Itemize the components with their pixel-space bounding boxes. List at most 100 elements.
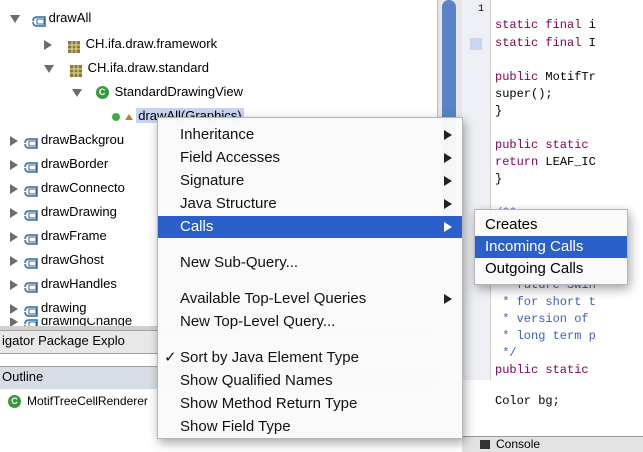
- class-icon: C: [8, 395, 21, 409]
- submenu-arrow-icon: [444, 130, 452, 140]
- expand-toggle-icon[interactable]: [10, 303, 18, 314]
- code-line: }: [495, 172, 503, 186]
- menu-item-new-sub-query[interactable]: New Sub-Query...: [158, 252, 462, 274]
- submenu-item-creates[interactable]: Creates: [475, 214, 627, 236]
- tree-row-drawframe[interactable]: drawFrame: [10, 226, 107, 246]
- expand-toggle-icon[interactable]: [10, 183, 18, 194]
- menu-item-label: Show Field Type: [180, 418, 291, 435]
- menu-item-label: Sort by Java Element Type: [180, 349, 359, 366]
- method-icon: [24, 255, 38, 269]
- menu-item-java-structure[interactable]: Java Structure: [158, 193, 462, 215]
- expand-toggle-icon[interactable]: [10, 135, 18, 146]
- editor-lower: Color bg;: [462, 380, 643, 436]
- expand-toggle-icon[interactable]: [72, 88, 82, 97]
- expand-toggle-icon[interactable]: [10, 255, 18, 266]
- menu-item-label: Inheritance: [180, 126, 255, 143]
- code-line: super();: [495, 87, 553, 101]
- method-icon: [24, 183, 38, 197]
- tree-row-drawall[interactable]: drawAll: [10, 8, 91, 28]
- tree-row-label: drawBackgrou: [41, 132, 125, 147]
- tree-row-drawing[interactable]: drawing: [10, 298, 87, 318]
- expand-toggle-icon[interactable]: [10, 318, 18, 326]
- code-line: Color bg;: [495, 394, 560, 408]
- tree-row-standard-package[interactable]: CH.ifa.draw.standard: [44, 58, 209, 78]
- package-explorer-tab[interactable]: igator Package Explo: [2, 333, 125, 348]
- expand-toggle-icon[interactable]: [10, 279, 18, 290]
- tree-row-label: StandardDrawingView: [114, 84, 244, 99]
- code-line: public static: [495, 138, 589, 152]
- code-line: return LEAF_IC: [495, 155, 596, 169]
- submenu-item-label: Outgoing Calls: [485, 260, 584, 277]
- expand-toggle-icon[interactable]: [10, 207, 18, 218]
- menu-item-label: Calls: [180, 218, 214, 235]
- expand-toggle-icon[interactable]: [10, 231, 18, 242]
- submenu-item-label: Incoming Calls: [485, 238, 584, 255]
- menu-item-available-top-level-queries[interactable]: Available Top-Level Queries: [158, 288, 462, 310]
- expand-toggle-icon[interactable]: [10, 159, 18, 170]
- tree-row-label: drawDrawing: [41, 204, 117, 219]
- method-icon: [24, 159, 38, 173]
- menu-item-label: Show Qualified Names: [180, 372, 333, 389]
- tree-row-framework-package[interactable]: CH.ifa.draw.framework: [44, 34, 217, 54]
- console-view-header: Console: [462, 436, 643, 452]
- menu-item-sort-by-java-element-type[interactable]: ✓ Sort by Java Element Type: [158, 347, 462, 369]
- menu-item-label: Show Method Return Type: [180, 395, 358, 412]
- fold-marker: 1: [478, 4, 485, 15]
- tree-row-label: drawConnecto: [41, 180, 125, 195]
- submenu-item-outgoing-calls[interactable]: Outgoing Calls: [475, 258, 627, 280]
- method-icon: [24, 303, 38, 317]
- tree-row-drawconnectors[interactable]: drawConnecto: [10, 178, 125, 198]
- method-icon: [24, 279, 38, 293]
- outline-title[interactable]: Outline: [2, 369, 43, 384]
- code-line: public static: [495, 363, 589, 377]
- class-icon: C: [95, 86, 109, 100]
- checkmark-icon: ✓: [164, 349, 177, 366]
- package-icon: [67, 39, 80, 53]
- tree-row-label: drawFrame: [41, 228, 107, 243]
- tree-row-label: drawAll: [48, 10, 92, 25]
- package-icon: [69, 63, 82, 77]
- menu-item-show-method-return-type[interactable]: Show Method Return Type: [158, 393, 462, 415]
- submenu-arrow-icon: [444, 199, 452, 209]
- tree-row-drawhandles[interactable]: drawHandles: [10, 274, 117, 294]
- tree-row-drawbackground[interactable]: drawBackgrou: [10, 130, 124, 150]
- outline-item[interactable]: C MotifTreeCellRenderer: [8, 393, 148, 409]
- context-menu: Inheritance Field Accesses Signature Jav…: [157, 117, 463, 439]
- menu-item-label: Field Accesses: [180, 149, 281, 166]
- menu-item-label: New Top-Level Query...: [180, 313, 336, 330]
- public-method-icon: [112, 112, 120, 121]
- code-line: public MotifTr: [495, 70, 596, 84]
- code-comment: */: [495, 346, 517, 360]
- tree-row-standard-drawing-view[interactable]: C StandardDrawingView: [72, 82, 243, 102]
- submenu-item-incoming-calls[interactable]: Incoming Calls: [475, 236, 627, 258]
- tree-row-label: drawHandles: [41, 276, 117, 291]
- expand-toggle-icon[interactable]: [44, 39, 52, 50]
- menu-item-show-qualified-names[interactable]: Show Qualified Names: [158, 370, 462, 392]
- submenu-arrow-icon: [444, 294, 452, 304]
- editor-ruler: [462, 0, 491, 380]
- console-title[interactable]: Console: [496, 437, 540, 452]
- tree-row-drawdrawing[interactable]: drawDrawing: [10, 202, 117, 222]
- calls-submenu: Creates Incoming Calls Outgoing Calls: [474, 209, 628, 285]
- menu-item-new-top-level-query[interactable]: New Top-Level Query...: [158, 311, 462, 333]
- expand-toggle-icon[interactable]: [44, 64, 54, 73]
- tree-row-drawghost[interactable]: drawGhost: [10, 250, 104, 270]
- menu-item-show-field-type[interactable]: Show Field Type: [158, 416, 462, 438]
- tree-row-drawborder[interactable]: drawBorder: [10, 154, 108, 174]
- tree-row-label: drawBorder: [41, 156, 109, 171]
- menu-item-signature[interactable]: Signature: [158, 170, 462, 192]
- method-icon: [24, 231, 38, 245]
- submenu-arrow-icon: [444, 153, 452, 163]
- code-comment: * version of: [495, 312, 589, 326]
- method-icon: [31, 13, 46, 27]
- menu-item-calls[interactable]: Calls: [158, 216, 462, 238]
- code-line: static final I: [495, 36, 596, 50]
- triangle-marker-icon: [124, 113, 133, 120]
- menu-item-field-accesses[interactable]: Field Accesses: [158, 147, 462, 169]
- code-comment: * long term p: [495, 329, 596, 343]
- tree-row-label: CH.ifa.draw.framework: [85, 36, 218, 51]
- tree-row-label: drawGhost: [41, 252, 104, 267]
- expand-toggle-icon[interactable]: [10, 14, 20, 23]
- menu-item-label: New Sub-Query...: [180, 254, 299, 271]
- menu-item-inheritance[interactable]: Inheritance: [158, 124, 462, 146]
